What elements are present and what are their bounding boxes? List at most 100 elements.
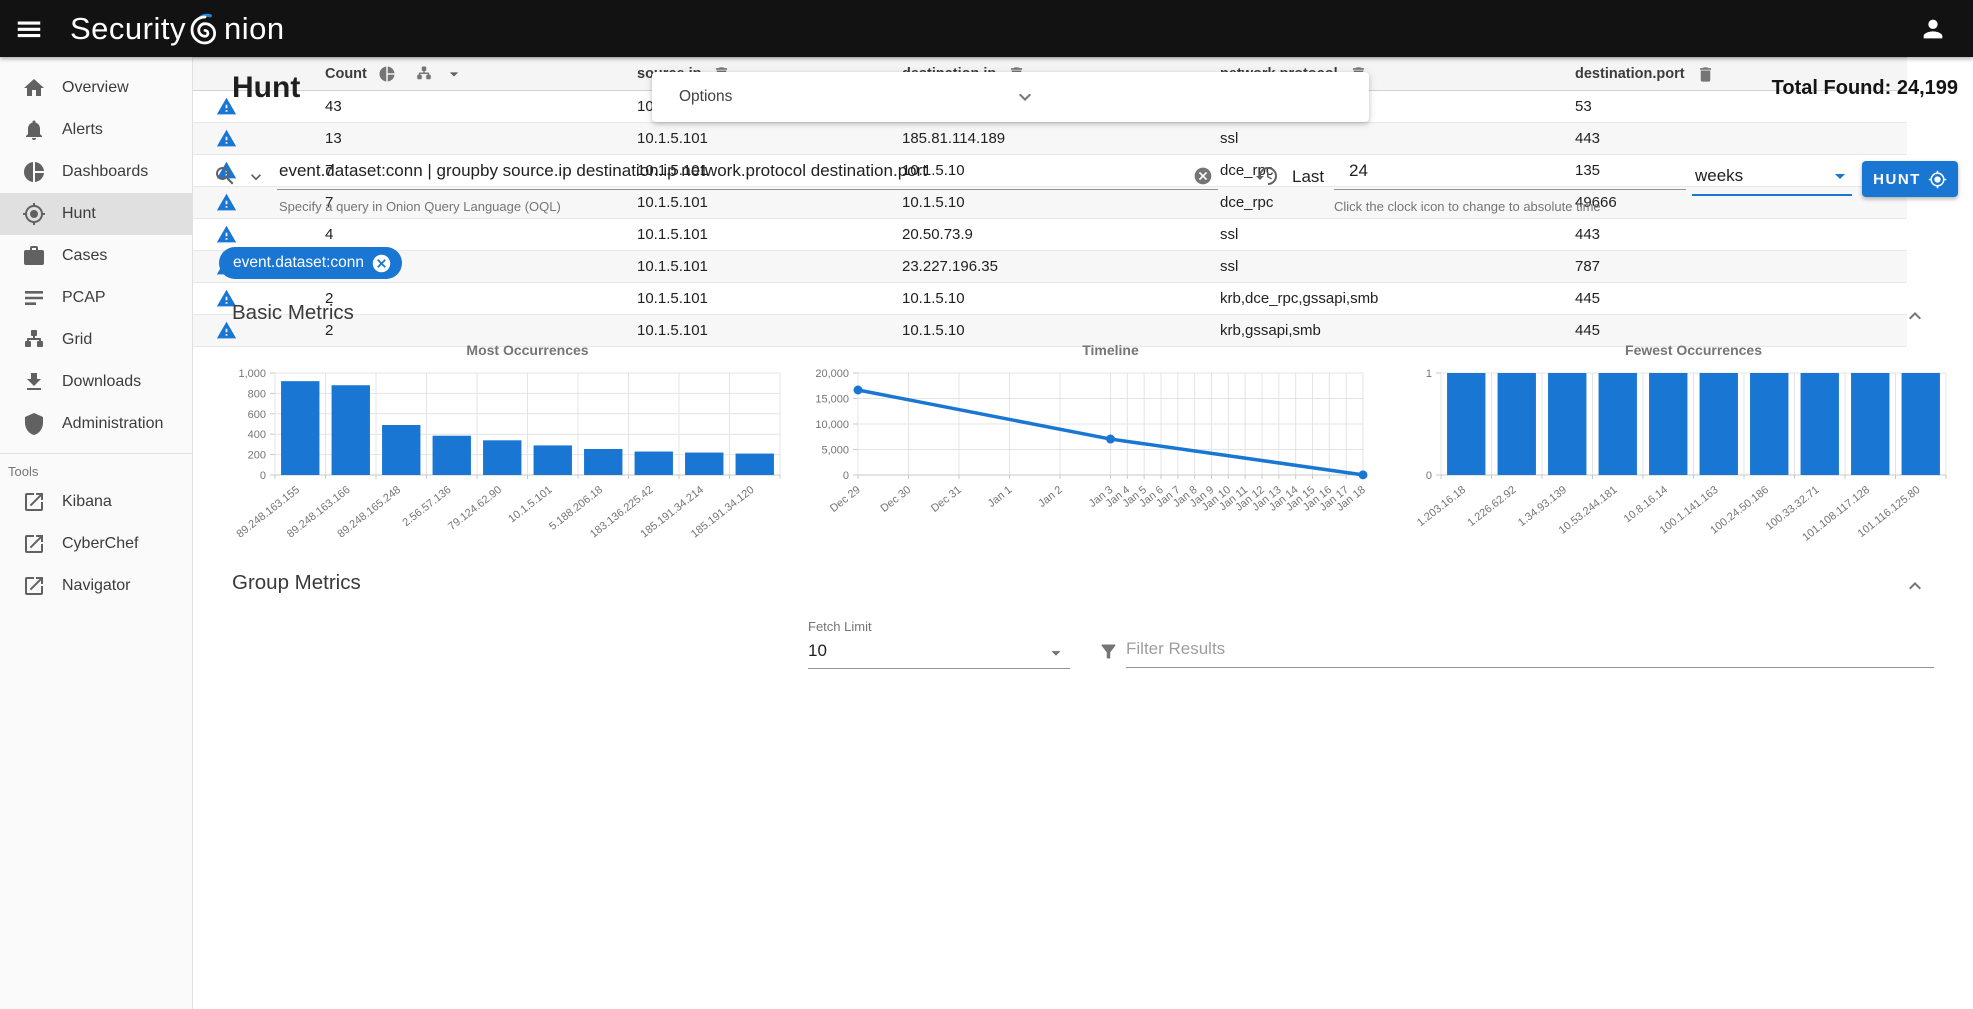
sidebar-item-alerts[interactable]: Alerts bbox=[0, 109, 192, 151]
sidebar-item-navigator[interactable]: Navigator bbox=[0, 565, 192, 607]
column-header-count: Count bbox=[325, 66, 367, 82]
fetch-limit-dropdown-icon[interactable] bbox=[1045, 642, 1067, 664]
sidebar-item-administration[interactable]: Administration bbox=[0, 403, 192, 445]
sidebar-item-overview[interactable]: Overview bbox=[0, 67, 192, 109]
cell-count[interactable]: 13 bbox=[323, 123, 635, 155]
cell-source-ip[interactable]: 10.1.5.101 bbox=[635, 251, 900, 283]
most-occurrences-chart: Most Occurrences02004006008001,00089.248… bbox=[215, 337, 790, 557]
cell-destination-ip[interactable]: 23.227.196.35 bbox=[900, 251, 1218, 283]
remove-column-trash-icon[interactable] bbox=[1696, 65, 1715, 84]
bar[interactable] bbox=[1902, 373, 1940, 475]
row-warning-icon[interactable] bbox=[216, 128, 237, 149]
data-point[interactable] bbox=[1359, 470, 1368, 479]
x-axis-label: Dec 30 bbox=[878, 484, 913, 515]
user-icon[interactable] bbox=[1919, 14, 1947, 44]
basic-metrics-collapse-icon[interactable] bbox=[1903, 304, 1927, 328]
lan-icon bbox=[22, 328, 46, 352]
cell-source-ip[interactable]: 10.1.5.101 bbox=[635, 123, 900, 155]
bar[interactable] bbox=[1700, 373, 1738, 475]
time-unit-select[interactable]: weeks bbox=[1692, 160, 1852, 196]
bar[interactable] bbox=[534, 445, 572, 475]
x-axis-label: 10.8.16.14 bbox=[1622, 484, 1670, 525]
bar[interactable] bbox=[433, 436, 471, 475]
filter-chip[interactable]: event.dataset:conn bbox=[219, 247, 402, 279]
bar[interactable] bbox=[1599, 373, 1637, 475]
group-by-dropdown-icon[interactable] bbox=[444, 64, 464, 84]
bar[interactable] bbox=[332, 385, 370, 475]
table-row: 210.1.5.10110.1.5.10krb,dce_rpc,gssapi,s… bbox=[193, 283, 1907, 315]
bar[interactable] bbox=[736, 454, 774, 475]
time-helper-text: Click the clock icon to change to absolu… bbox=[1334, 199, 1601, 214]
sidebar-item-label: Cases bbox=[62, 247, 107, 265]
bar[interactable] bbox=[281, 381, 319, 475]
x-axis-label: 1.226.62.92 bbox=[1465, 484, 1518, 529]
cell-count[interactable]: 4 bbox=[323, 219, 635, 251]
sidebar-item-hunt[interactable]: Hunt bbox=[0, 193, 192, 235]
app-logo: Security nion bbox=[70, 10, 285, 48]
cell-source-ip[interactable]: 10.1.5.101 bbox=[635, 283, 900, 315]
options-panel[interactable]: Options bbox=[652, 72, 1369, 122]
cell-network-protocol[interactable]: krb,dce_rpc,gssapi,smb bbox=[1218, 283, 1573, 315]
bar[interactable] bbox=[584, 449, 622, 475]
cell-destination-port[interactable]: 445 bbox=[1573, 283, 1907, 315]
bar[interactable] bbox=[483, 440, 521, 475]
remove-filter-icon[interactable] bbox=[371, 253, 392, 274]
bar[interactable] bbox=[1649, 373, 1687, 475]
bar[interactable] bbox=[1801, 373, 1839, 475]
pie-chart-toggle-icon[interactable] bbox=[378, 65, 396, 83]
cell-source-ip[interactable]: 10.1.5.101 bbox=[635, 219, 900, 251]
bar[interactable] bbox=[1498, 373, 1536, 475]
pcap-icon bbox=[22, 286, 46, 310]
query-history-dropdown-icon[interactable] bbox=[246, 167, 266, 187]
row-warning-icon[interactable] bbox=[216, 192, 237, 213]
menu-icon[interactable] bbox=[14, 13, 44, 45]
query-input[interactable] bbox=[277, 157, 1218, 190]
duration-input[interactable] bbox=[1334, 157, 1686, 190]
sidebar-item-cyberchef[interactable]: CyberChef bbox=[0, 523, 192, 565]
bar[interactable] bbox=[382, 425, 420, 475]
cell-network-protocol[interactable]: ssl bbox=[1218, 123, 1573, 155]
cell-destination-ip[interactable]: 20.50.73.9 bbox=[900, 219, 1218, 251]
cell-destination-port[interactable]: 443 bbox=[1573, 219, 1907, 251]
bar[interactable] bbox=[1447, 373, 1485, 475]
cell-count[interactable]: 2 bbox=[323, 283, 635, 315]
fetch-limit-select[interactable]: 10 bbox=[808, 641, 1063, 661]
data-point[interactable] bbox=[854, 385, 863, 394]
cell-source-ip[interactable]: 10.1.5.101 bbox=[635, 187, 900, 219]
sidebar-item-label: Overview bbox=[62, 79, 129, 97]
x-axis-label: 2.56.57.136 bbox=[400, 484, 453, 529]
group-metrics-collapse-icon[interactable] bbox=[1903, 574, 1927, 598]
bar[interactable] bbox=[635, 452, 673, 475]
cell-destination-ip[interactable]: 10.1.5.10 bbox=[900, 187, 1218, 219]
sidebar-item-dashboards[interactable]: Dashboards bbox=[0, 151, 192, 193]
sidebar-item-kibana[interactable]: Kibana bbox=[0, 481, 192, 523]
clear-query-icon[interactable] bbox=[1193, 166, 1213, 186]
row-warning-icon[interactable] bbox=[216, 224, 237, 245]
sidebar-nav: Overview AlertsDashboardsHunt Cases PCAPGri… bbox=[0, 67, 192, 445]
cell-network-protocol[interactable]: ssl bbox=[1218, 219, 1573, 251]
cell-destination-ip[interactable]: 185.81.114.189 bbox=[900, 123, 1218, 155]
cell-count[interactable]: 43 bbox=[323, 91, 635, 123]
filter-results-input[interactable] bbox=[1126, 635, 1934, 668]
chart-title: Timeline bbox=[1082, 342, 1139, 358]
bar[interactable] bbox=[685, 453, 723, 475]
svg-text:5,000: 5,000 bbox=[821, 445, 849, 457]
download-icon bbox=[22, 370, 46, 394]
sidebar-item-cases[interactable]: Cases bbox=[0, 235, 192, 277]
cell-network-protocol[interactable]: ssl bbox=[1218, 251, 1573, 283]
data-point[interactable] bbox=[1106, 435, 1115, 444]
svg-text:0: 0 bbox=[260, 470, 266, 482]
relative-time-icon[interactable] bbox=[1255, 164, 1279, 188]
sidebar-item-grid[interactable]: Grid bbox=[0, 319, 192, 361]
query-helper-text: Specify a query in Onion Query Language … bbox=[279, 199, 561, 214]
group-by-graph-icon[interactable] bbox=[415, 65, 433, 83]
cell-destination-port[interactable]: 443 bbox=[1573, 123, 1907, 155]
bar[interactable] bbox=[1750, 373, 1788, 475]
bar[interactable] bbox=[1548, 373, 1586, 475]
sidebar-item-downloads[interactable]: Downloads bbox=[0, 361, 192, 403]
sidebar-item-pcap[interactable]: PCAP bbox=[0, 277, 192, 319]
hunt-button[interactable]: HUNT bbox=[1862, 161, 1958, 197]
bar[interactable] bbox=[1851, 373, 1889, 475]
cell-destination-ip[interactable]: 10.1.5.10 bbox=[900, 283, 1218, 315]
cell-destination-port[interactable]: 787 bbox=[1573, 251, 1907, 283]
